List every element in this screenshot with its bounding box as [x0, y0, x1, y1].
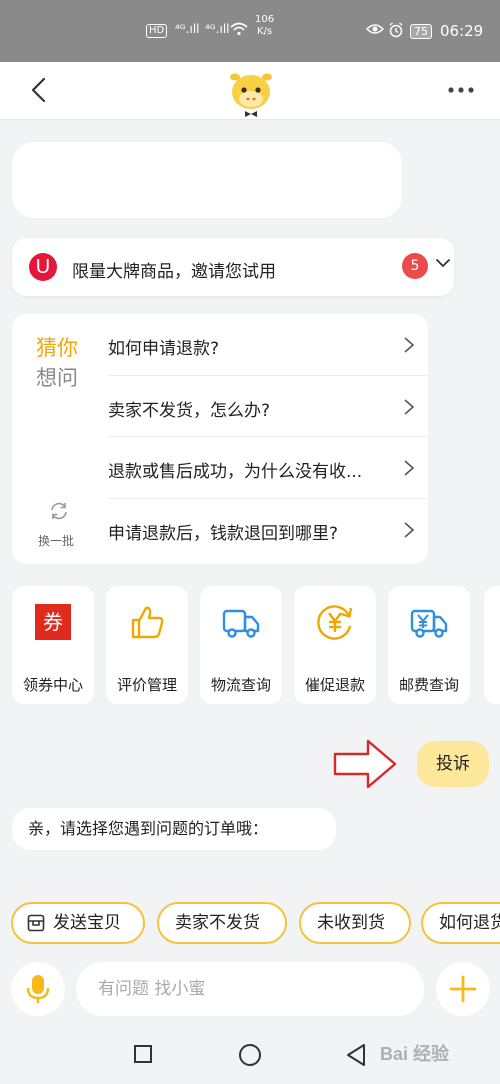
- message-bubble: [12, 142, 402, 218]
- message-input[interactable]: [76, 962, 424, 1016]
- watermark: Bai 经验: [380, 1044, 450, 1064]
- tile-urge-refund[interactable]: 催促退款: [294, 586, 376, 704]
- tile-postage-query[interactable]: 邮费查询: [388, 586, 470, 704]
- input-bar: [0, 954, 500, 1024]
- tile-label: 物流查询: [210, 676, 271, 694]
- quick-reply-seller-not-ship[interactable]: 卖家不发货: [157, 902, 287, 944]
- quick-reply-how-return[interactable]: 如何退货: [421, 902, 500, 944]
- faq-question: 如何申请退款?: [108, 339, 220, 359]
- user-message-bubble: 投诉: [417, 741, 489, 787]
- service-tiles: 券 领券中心 评价管理 物流查询 催促退款 邮费查询: [12, 586, 500, 704]
- quick-reply-send-item[interactable]: 发送宝贝: [11, 902, 145, 944]
- brand-logo: U: [29, 253, 57, 281]
- eye-icon: [365, 22, 385, 40]
- faq-item[interactable]: 申请退款后，钱款退回到哪里?: [108, 499, 428, 561]
- yen-refresh-icon: [315, 602, 355, 642]
- yen-truck-icon: [409, 602, 449, 642]
- chip-label: 发送宝贝: [53, 913, 121, 933]
- faq-title: 猜你: [36, 336, 78, 360]
- microphone-icon: [26, 975, 50, 1003]
- coupon-glyph: 券: [35, 604, 71, 640]
- quick-reply-not-received[interactable]: 未收到货: [299, 902, 411, 944]
- mascot-avatar: [226, 66, 276, 118]
- faq-question: 申请退款后，钱款退回到哪里?: [108, 523, 339, 544]
- chevron-left-icon[interactable]: [26, 76, 54, 104]
- chip-label: 未收到货: [317, 913, 385, 933]
- tile-label: 评价管理: [116, 676, 177, 694]
- network-speed: 106 K/s: [255, 14, 274, 38]
- plus-icon: [449, 975, 477, 1003]
- battery-icon: 75: [410, 24, 432, 39]
- system-nav-bar: Bai 经验: [0, 1024, 500, 1084]
- tile-coupon-center[interactable]: 券 领券中心: [12, 586, 94, 704]
- promo-card[interactable]: U 限量大牌商品，邀请您试用 5: [12, 238, 454, 296]
- recent-apps-button[interactable]: [134, 1045, 152, 1063]
- clock: 06:29: [440, 22, 484, 40]
- coupon-icon: 券: [33, 602, 73, 642]
- refresh-button[interactable]: 换一批: [38, 532, 74, 549]
- chevron-right-icon: [404, 460, 415, 476]
- tile-logistics-query[interactable]: 物流查询: [200, 586, 282, 704]
- back-triangle-icon[interactable]: [344, 1042, 368, 1068]
- tile-label: 邮费查询: [398, 676, 459, 694]
- speed-unit: K/s: [256, 26, 273, 37]
- faq-item[interactable]: 如何申请退款?: [108, 314, 428, 376]
- status-bar: HD ⁴ᴳ.ıll ⁴ᴳ.ıll 106 K/s 75 06:29: [0, 0, 500, 62]
- signal-icon: ⁴ᴳ.ıll: [205, 22, 230, 36]
- chip-label: 卖家不发货: [175, 913, 260, 933]
- faq-item[interactable]: 卖家不发货，怎么办?: [108, 376, 428, 437]
- promo-text: 限量大牌商品，邀请您试用: [72, 262, 276, 282]
- refresh-icon[interactable]: [48, 500, 70, 522]
- tile-partial[interactable]: [484, 586, 500, 704]
- tile-review-management[interactable]: 评价管理: [106, 586, 188, 704]
- chip-label: 如何退货: [439, 913, 500, 933]
- speed-value: 106: [255, 14, 275, 25]
- alarm-icon: [388, 22, 404, 42]
- wifi-icon: [230, 22, 248, 40]
- faq-question: 卖家不发货，怎么办?: [108, 400, 271, 421]
- chevron-right-icon: [404, 398, 415, 415]
- faq-question: 退款或售后成功，为什么没有收...: [108, 462, 363, 482]
- chat-header: [0, 62, 500, 120]
- truck-icon: [221, 602, 261, 642]
- chevron-right-icon: [404, 337, 415, 353]
- chevron-down-icon[interactable]: [433, 253, 453, 273]
- hd-indicator: HD: [146, 24, 168, 38]
- chevron-right-icon: [404, 521, 415, 538]
- signal-icon: ⁴ᴳ.ıll: [175, 22, 200, 36]
- tile-label: 领券中心: [22, 676, 83, 694]
- faq-card: 猜你 想问 换一批 如何申请退款? 卖家不发货，怎么办? 退款或售后成功，为什么…: [12, 314, 428, 564]
- voice-button[interactable]: [11, 962, 65, 1016]
- add-button[interactable]: [436, 962, 490, 1016]
- bot-message-bubble: 亲，请选择您遇到问题的订单哦：: [12, 808, 336, 850]
- tile-label: 催促退款: [304, 676, 365, 694]
- faq-list: 如何申请退款? 卖家不发货，怎么办? 退款或售后成功，为什么没有收... 申请退…: [108, 314, 428, 560]
- thumbs-up-icon: [127, 602, 167, 642]
- package-icon: [27, 914, 45, 932]
- home-button[interactable]: [239, 1044, 261, 1066]
- count-badge: 5: [402, 253, 428, 279]
- annotation-arrow-icon: [332, 738, 398, 790]
- faq-title: 想问: [36, 366, 78, 390]
- faq-item[interactable]: 退款或售后成功，为什么没有收...: [108, 437, 428, 499]
- more-dots-icon[interactable]: [446, 78, 478, 102]
